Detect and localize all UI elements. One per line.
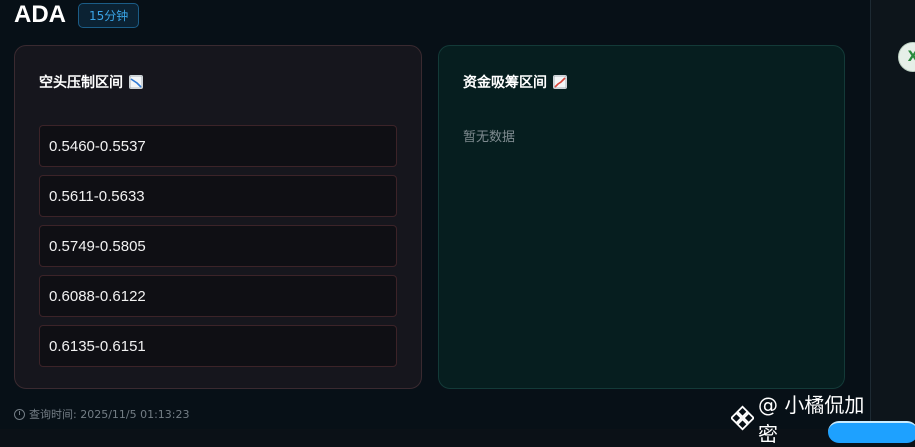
zone-item: 0.5749-0.5805 (39, 225, 397, 267)
no-data-text: 暂无数据 (463, 130, 516, 145)
header: ADA 15分钟 (14, 0, 140, 30)
chart-increasing-icon (553, 75, 567, 89)
floating-action-button[interactable] (828, 421, 915, 443)
zone-item: 0.6135-0.6151 (39, 325, 397, 367)
accumulation-card: 资金吸筹区间 暂无数据 (438, 45, 845, 389)
interval-badge[interactable]: 15分钟 (78, 2, 140, 28)
clock-icon (14, 408, 25, 420)
query-time: 查询时间: 2025/11/5 01:13:23 (14, 406, 190, 422)
short-pressure-title-text: 空头压制区间 (39, 75, 123, 91)
short-pressure-title: 空头压制区间 (39, 72, 143, 92)
zone-item: 0.5460-0.5537 (39, 125, 397, 167)
accumulation-title-text: 资金吸筹区间 (463, 75, 547, 91)
query-time-text: 查询时间: 2025/11/5 01:13:23 (29, 408, 190, 421)
zone-item: 0.6088-0.6122 (39, 275, 397, 317)
short-pressure-zone-list: 0.5460-0.5537 0.5611-0.5633 0.5749-0.580… (39, 125, 397, 375)
chart-decreasing-icon (129, 75, 143, 89)
ticker-symbol: ADA (14, 1, 66, 28)
accumulation-title: 资金吸筹区间 (463, 72, 567, 92)
main-panel: ADA 15分钟 空头压制区间 0.5460-0.5537 0.5611-0.5… (0, 0, 870, 446)
short-pressure-card: 空头压制区间 0.5460-0.5537 0.5611-0.5633 0.574… (14, 45, 422, 389)
binance-square-icon (731, 405, 755, 431)
zone-item: 0.5611-0.5633 (39, 175, 397, 217)
